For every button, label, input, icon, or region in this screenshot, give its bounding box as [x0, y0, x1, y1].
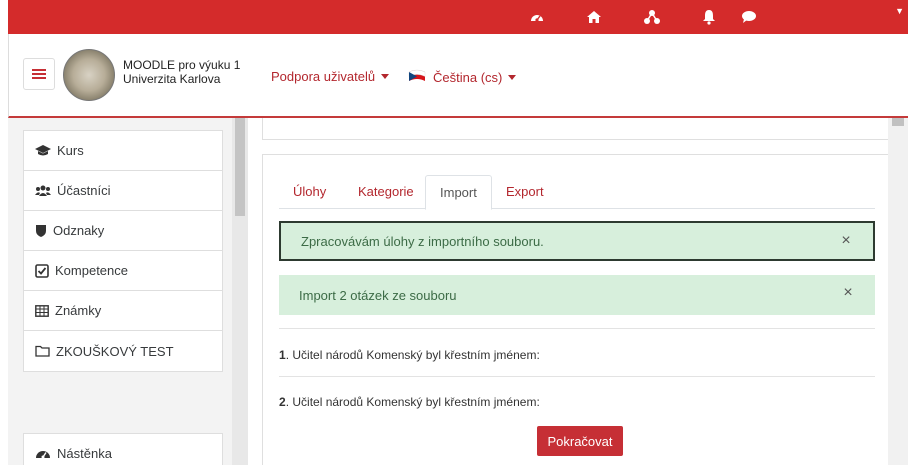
hamburger-icon: [32, 69, 46, 79]
sidebar-item-kompetence[interactable]: Kompetence: [24, 251, 222, 291]
site-name[interactable]: MOODLE pro výuku 1 Univerzita Karlova: [123, 58, 240, 86]
dashboard-icon[interactable]: [528, 8, 546, 26]
course-nav-list: Kurs Účastníci Odznaky Kompetence Známky…: [23, 130, 223, 372]
czech-flag-icon: [408, 69, 426, 81]
site-nav-list: Nástěnka: [23, 433, 223, 465]
close-icon[interactable]: ×: [839, 233, 853, 249]
processing-alert: Zpracovávám úlohy z importního souboru. …: [279, 221, 875, 261]
question-number: 1: [279, 348, 286, 362]
imported-question-1: 1. Učitel národů Komenský byl křestním j…: [279, 348, 540, 362]
support-menu-label: Podpora uživatelů: [271, 69, 376, 84]
user-menu-caret-icon[interactable]: ▼: [895, 6, 904, 16]
navigation-drawer: Kurs Účastníci Odznaky Kompetence Známky…: [8, 118, 248, 465]
close-icon[interactable]: ×: [841, 285, 855, 301]
folder-icon: [35, 345, 50, 357]
drawer-toggle-button[interactable]: [23, 58, 55, 90]
sitemap-icon[interactable]: [643, 8, 661, 26]
chat-icon[interactable]: [740, 8, 758, 26]
home-icon[interactable]: [585, 8, 603, 26]
drawer-scrollbar[interactable]: [232, 118, 248, 465]
sidebar-item-kurs[interactable]: Kurs: [24, 131, 222, 171]
sidebar-item-nastenka[interactable]: Nástěnka: [24, 434, 222, 465]
alert-message: Zpracovávám úlohy z importního souboru.: [301, 233, 544, 249]
graduation-cap-icon: [35, 144, 51, 155]
site-name-line2: Univerzita Karlova: [123, 72, 221, 86]
continue-button[interactable]: Pokračovat: [537, 426, 623, 456]
language-menu-label: Čeština (cs): [433, 69, 503, 85]
page-scrollbar[interactable]: [888, 118, 908, 465]
university-seal-logo[interactable]: [63, 49, 115, 101]
sidebar-item-label: Známky: [55, 303, 102, 318]
imported-question-2: 2. Učitel národů Komenský byl křestním j…: [279, 395, 540, 409]
users-icon: [35, 185, 51, 196]
page-header: MOODLE pro výuku 1 Univerzita Karlova Po…: [8, 34, 908, 118]
shield-icon: [36, 224, 46, 237]
sidebar-item-label: Odznaky: [53, 223, 105, 238]
language-menu-link[interactable]: Čeština (cs): [407, 69, 517, 85]
table-icon: [35, 304, 49, 317]
sidebar-item-label: Nástěnka: [57, 445, 112, 461]
sidebar-item-ucastnici[interactable]: Účastníci: [24, 171, 222, 211]
divider: [279, 376, 875, 377]
question-text: . Učitel národů Komenský byl křestním jm…: [285, 395, 540, 409]
site-name-line1: MOODLE pro výuku 1: [123, 58, 241, 72]
tab-ulohy[interactable]: Úlohy: [279, 175, 340, 209]
sidebar-item-odznaky[interactable]: Odznaky: [24, 211, 222, 251]
alert-message: Import 2 otázek ze souboru: [299, 287, 457, 303]
previous-card: [262, 118, 890, 140]
sidebar-item-znamky[interactable]: Známky: [24, 291, 222, 331]
sidebar-item-zkouskovy-test[interactable]: ZKOUŠKOVÝ TEST: [24, 331, 222, 371]
sidebar-item-label: Kurs: [57, 143, 84, 158]
question-text: . Učitel národů Komenský byl křestním jm…: [285, 348, 540, 362]
question-bank-tabs: Úlohy Kategorie Import Export: [279, 175, 875, 210]
dashboard-icon: [36, 451, 50, 459]
import-result-alert: Import 2 otázek ze souboru ×: [279, 275, 875, 315]
top-navbar: ▼: [8, 0, 908, 34]
drawer-scrollbar-thumb[interactable]: [235, 118, 245, 216]
question-bank-card: Úlohy Kategorie Import Export Zpracovává…: [262, 154, 890, 465]
sidebar-item-label: Kompetence: [55, 263, 128, 278]
question-number: 2: [279, 395, 286, 409]
sidebar-item-label: Účastníci: [57, 183, 111, 198]
sidebar-item-label: ZKOUŠKOVÝ TEST: [56, 343, 174, 359]
divider: [279, 328, 875, 329]
tab-export[interactable]: Export: [492, 175, 558, 209]
chevron-down-icon: [508, 74, 517, 80]
chevron-down-icon: [381, 74, 390, 79]
support-menu-link[interactable]: Podpora uživatelů: [271, 69, 390, 84]
bell-icon[interactable]: [700, 8, 718, 26]
page-scrollbar-thumb[interactable]: [892, 118, 904, 126]
tab-import[interactable]: Import: [425, 175, 492, 210]
checkbox-icon: [35, 263, 49, 278]
tab-kategorie[interactable]: Kategorie: [344, 175, 428, 209]
